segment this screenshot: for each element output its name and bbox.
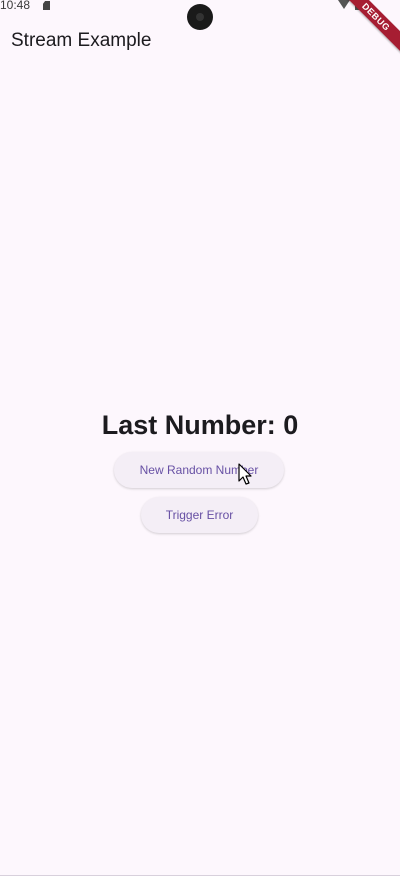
last-number-text: Last Number: 0 — [101, 410, 299, 440]
app-bar-title: Stream Example — [11, 30, 152, 51]
wifi-icon — [338, 0, 350, 9]
camera-cutout-icon — [187, 4, 213, 30]
new-random-number-button[interactable]: New Random Number — [114, 452, 284, 488]
status-time: 10:48 — [0, 0, 31, 12]
app-screen: 10:48 DEBUG Stream Example Last Number: … — [0, 0, 400, 876]
sim-card-icon — [43, 1, 50, 10]
trigger-error-label: Trigger Error — [165, 508, 234, 522]
trigger-error-button[interactable]: Trigger Error — [141, 497, 258, 533]
status-bar: 10:48 — [0, 0, 400, 30]
mouse-pointer-icon — [238, 463, 252, 485]
